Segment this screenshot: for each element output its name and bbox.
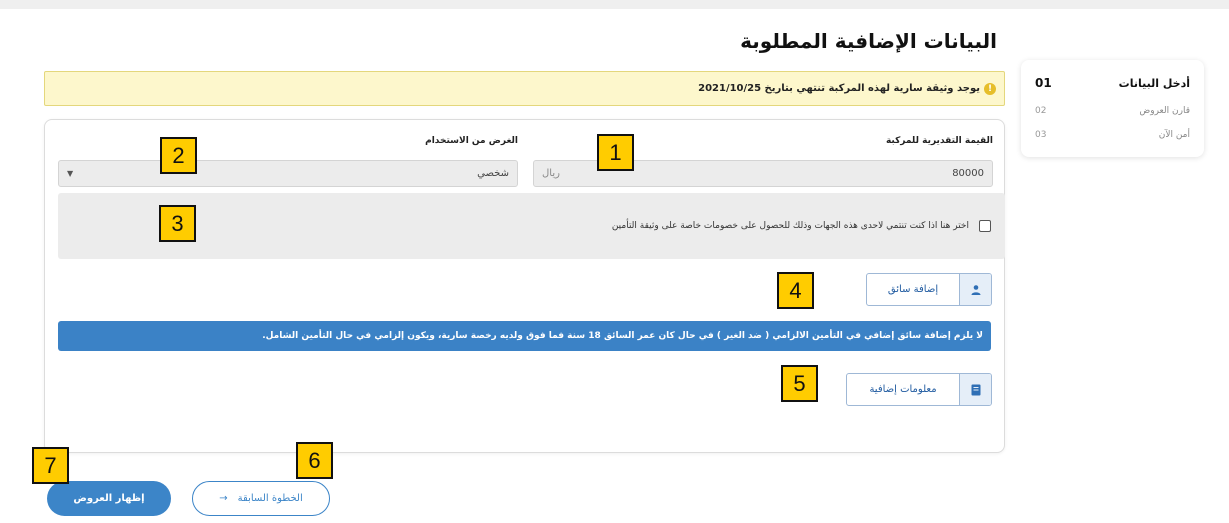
- marker-5: 5: [781, 365, 818, 402]
- discount-checkbox-label: اختر هنا اذا كنت تنتمي لاحدى هذه الجهات …: [611, 221, 969, 231]
- marker-1: 1: [597, 134, 634, 171]
- expiry-alert: ! يوجد وثيقة سارية لهذه المركبة تنتهي بت…: [44, 71, 1005, 106]
- arrow-right-icon: →: [219, 493, 228, 504]
- currency-suffix: ريال: [542, 168, 560, 179]
- step-number: 02: [1035, 106, 1047, 116]
- driver-icon: [959, 274, 991, 305]
- marker-6: 6: [296, 442, 333, 479]
- top-bar: [0, 0, 1229, 9]
- marker-7: 7: [32, 447, 69, 484]
- driver-info-note: لا يلزم إضافة سائق إضافي في التأمين الال…: [58, 321, 991, 351]
- marker-4: 4: [777, 272, 814, 309]
- info-icon: !: [984, 82, 996, 95]
- discount-group-box: اختر هنا اذا كنت تنتمي لاحدى هذه الجهات …: [58, 193, 1005, 259]
- step-compare-offers[interactable]: قارن العروض 02: [1035, 106, 1190, 116]
- purpose-value: شخصي: [477, 168, 509, 179]
- step-number: 03: [1035, 130, 1047, 140]
- discount-checkbox[interactable]: [979, 220, 991, 232]
- extra-info-button[interactable]: معلومات إضافية: [846, 373, 992, 406]
- purpose-label: الغرض من الاستخدام: [425, 136, 518, 146]
- extra-info-label: معلومات إضافية: [869, 384, 937, 395]
- step-enter-data[interactable]: أدخل البيانات 01: [1035, 76, 1190, 90]
- previous-step-label: الخطوة السابقة: [237, 493, 303, 504]
- step-label: أدخل البيانات: [1118, 76, 1190, 90]
- page-title: البيانات الإضافية المطلوبة: [740, 29, 997, 53]
- steps-panel: أدخل البيانات 01 قارن العروض 02 أمن الآن…: [1021, 60, 1204, 157]
- previous-step-button[interactable]: الخطوة السابقة →: [192, 481, 330, 516]
- add-driver-label: إضافة سائق: [887, 284, 939, 295]
- alert-text: يوجد وثيقة سارية لهذه المركبة تنتهي بتار…: [698, 83, 980, 94]
- document-icon: [959, 374, 991, 405]
- step-label: أمن الآن: [1158, 130, 1190, 140]
- marker-2: 2: [160, 137, 197, 174]
- step-insure-now[interactable]: أمن الآن 03: [1035, 130, 1190, 140]
- step-number: 01: [1035, 76, 1052, 90]
- vehicle-value-text: 80000: [952, 168, 984, 179]
- add-driver-button[interactable]: إضافة سائق: [866, 273, 992, 306]
- vehicle-value-label: القيمة التقديرية للمركبة: [885, 136, 993, 146]
- step-label: قارن العروض: [1139, 106, 1190, 116]
- show-offers-button[interactable]: إظهار العروض: [47, 481, 171, 516]
- chevron-down-icon: ▼: [67, 169, 74, 178]
- purpose-select[interactable]: شخصي ▼: [58, 160, 518, 187]
- marker-3: 3: [159, 205, 196, 242]
